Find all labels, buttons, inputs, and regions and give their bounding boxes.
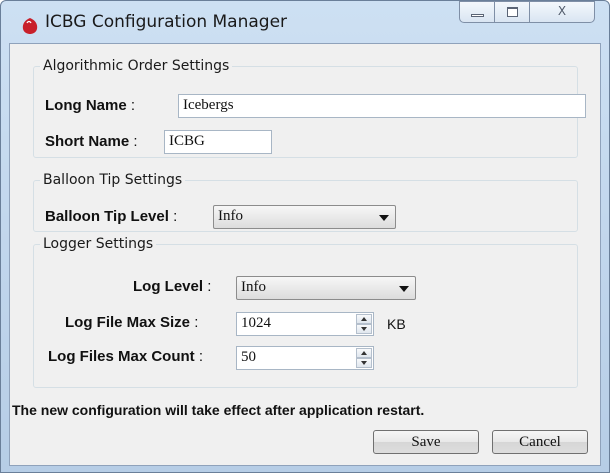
save-button[interactable]: Save [373,430,479,454]
log-files-max-count-spinner[interactable]: 50 [236,346,374,370]
spin-down-button[interactable] [356,358,372,368]
log-level-label: Log Level : [133,278,212,295]
long-name-label: Long Name : [45,97,136,114]
chevron-down-icon [379,215,389,221]
spinner-buttons [356,314,372,334]
size-unit-label: KB [387,316,406,332]
arrow-down-icon [361,361,367,365]
short-name-input[interactable]: ICBG [164,130,272,154]
log-file-max-size-value: 1024 [241,315,271,331]
algorithmic-order-settings-legend: Algorithmic Order Settings [43,58,230,74]
close-button[interactable]: X [529,1,595,23]
log-files-max-count-label: Log Files Max Count : [48,348,204,365]
logger-settings-legend: Logger Settings [43,236,154,252]
close-icon: X [557,4,567,18]
log-level-dropdown[interactable]: Info [236,276,416,300]
log-level-value: Info [241,279,266,295]
minimize-icon [471,14,484,17]
balloon-tip-level-label: Balloon Tip Level : [45,208,178,225]
long-name-input[interactable]: Icebergs [178,94,586,118]
app-icon [21,17,39,35]
balloon-tip-settings-legend: Balloon Tip Settings [43,172,183,188]
spin-up-button[interactable] [356,348,372,358]
arrow-up-icon [361,317,367,321]
maximize-button[interactable] [494,1,530,23]
cancel-button[interactable]: Cancel [492,430,588,454]
log-file-max-size-label: Log File Max Size : [65,314,199,331]
title-bar[interactable]: ICBG Configuration Manager X [1,1,609,43]
balloon-tip-level-dropdown[interactable]: Info [213,205,396,229]
restart-notice: The new configuration will take effect a… [12,402,425,418]
spin-down-button[interactable] [356,324,372,334]
arrow-up-icon [361,351,367,355]
chevron-down-icon [399,286,409,292]
maximize-icon [507,7,518,17]
spin-up-button[interactable] [356,314,372,324]
short-name-label: Short Name : [45,133,138,150]
spinner-buttons [356,348,372,368]
window-title: ICBG Configuration Manager [45,12,288,32]
log-file-max-size-spinner[interactable]: 1024 [236,312,374,336]
balloon-tip-level-value: Info [218,208,243,224]
dialog-client-area: Algorithmic Order Settings Long Name : I… [9,43,601,466]
config-manager-window: ICBG Configuration Manager X Algorithmic… [0,0,610,473]
log-files-max-count-value: 50 [241,349,256,365]
arrow-down-icon [361,327,367,331]
minimize-button[interactable] [459,1,495,23]
